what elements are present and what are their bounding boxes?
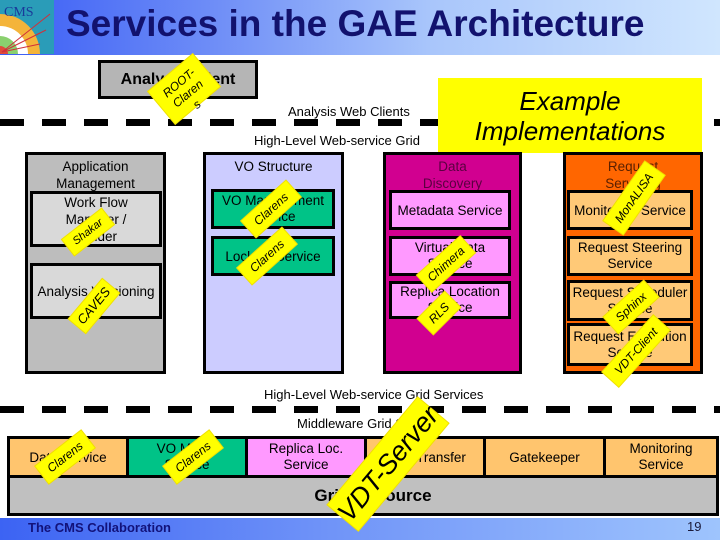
high-level-grid-label: High-Level Web-service Grid (254, 133, 420, 148)
high-level-grid-services-label: High-Level Web-service Grid Services (264, 387, 484, 402)
footer-organization: The CMS Collaboration (28, 520, 171, 535)
column-title: Application Management (56, 159, 135, 191)
dashed-divider-bottom (0, 406, 720, 413)
middleware-monitoring-service: Monitoring Service (606, 439, 716, 475)
cms-logo: CMS (0, 0, 54, 54)
column-title: VO Structure (234, 159, 313, 174)
service-metadata: Metadata Service (389, 190, 511, 230)
middleware-gatekeeper: Gatekeeper (486, 439, 606, 475)
example-implementations-box: Example Implementations (438, 78, 702, 153)
service-request-steering: Request Steering Service (567, 236, 693, 276)
column-title: Data Discovery (422, 159, 483, 191)
svg-text:CMS: CMS (4, 5, 34, 20)
example-implementations-text: Example Implementations (474, 85, 666, 146)
middleware-replica-loc-service: Replica Loc. Service (248, 439, 367, 475)
analysis-web-clients-label: Analysis Web Clients (288, 104, 410, 119)
page-number: 19 (687, 519, 702, 534)
slide-title: Services in the GAE Architecture (66, 3, 645, 44)
